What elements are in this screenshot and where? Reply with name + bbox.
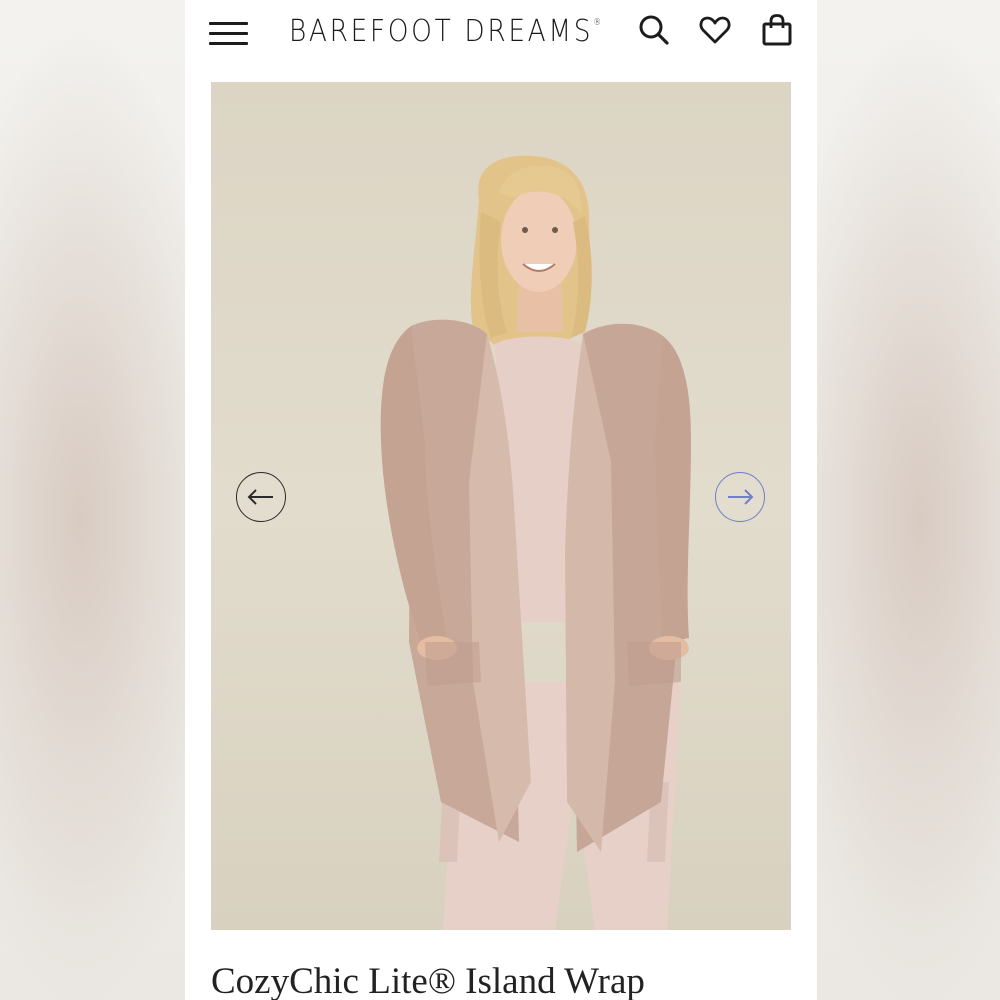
site-header: BAREFOOT DREAMS® (185, 0, 817, 70)
arrow-left-icon (247, 489, 273, 505)
heart-icon[interactable] (697, 12, 733, 48)
next-image-button[interactable] (715, 472, 765, 522)
brand-logo[interactable]: BAREFOOT DREAMS® (289, 14, 601, 54)
bag-icon[interactable] (759, 12, 795, 48)
brand-name: BAREFOOT DREAMS (289, 14, 594, 49)
search-icon[interactable] (636, 12, 672, 48)
model-illustration (380, 155, 691, 930)
arrow-right-icon (728, 489, 754, 505)
brand-registered-mark: ® (593, 18, 602, 28)
product-title: CozyChic Lite® Island Wrap (211, 961, 645, 1000)
menu-icon[interactable] (209, 22, 249, 46)
previous-image-button[interactable] (236, 472, 286, 522)
mobile-page: BAREFOOT DREAMS® CozyChic Lite® Island W… (185, 0, 817, 1000)
product-image (211, 82, 791, 930)
